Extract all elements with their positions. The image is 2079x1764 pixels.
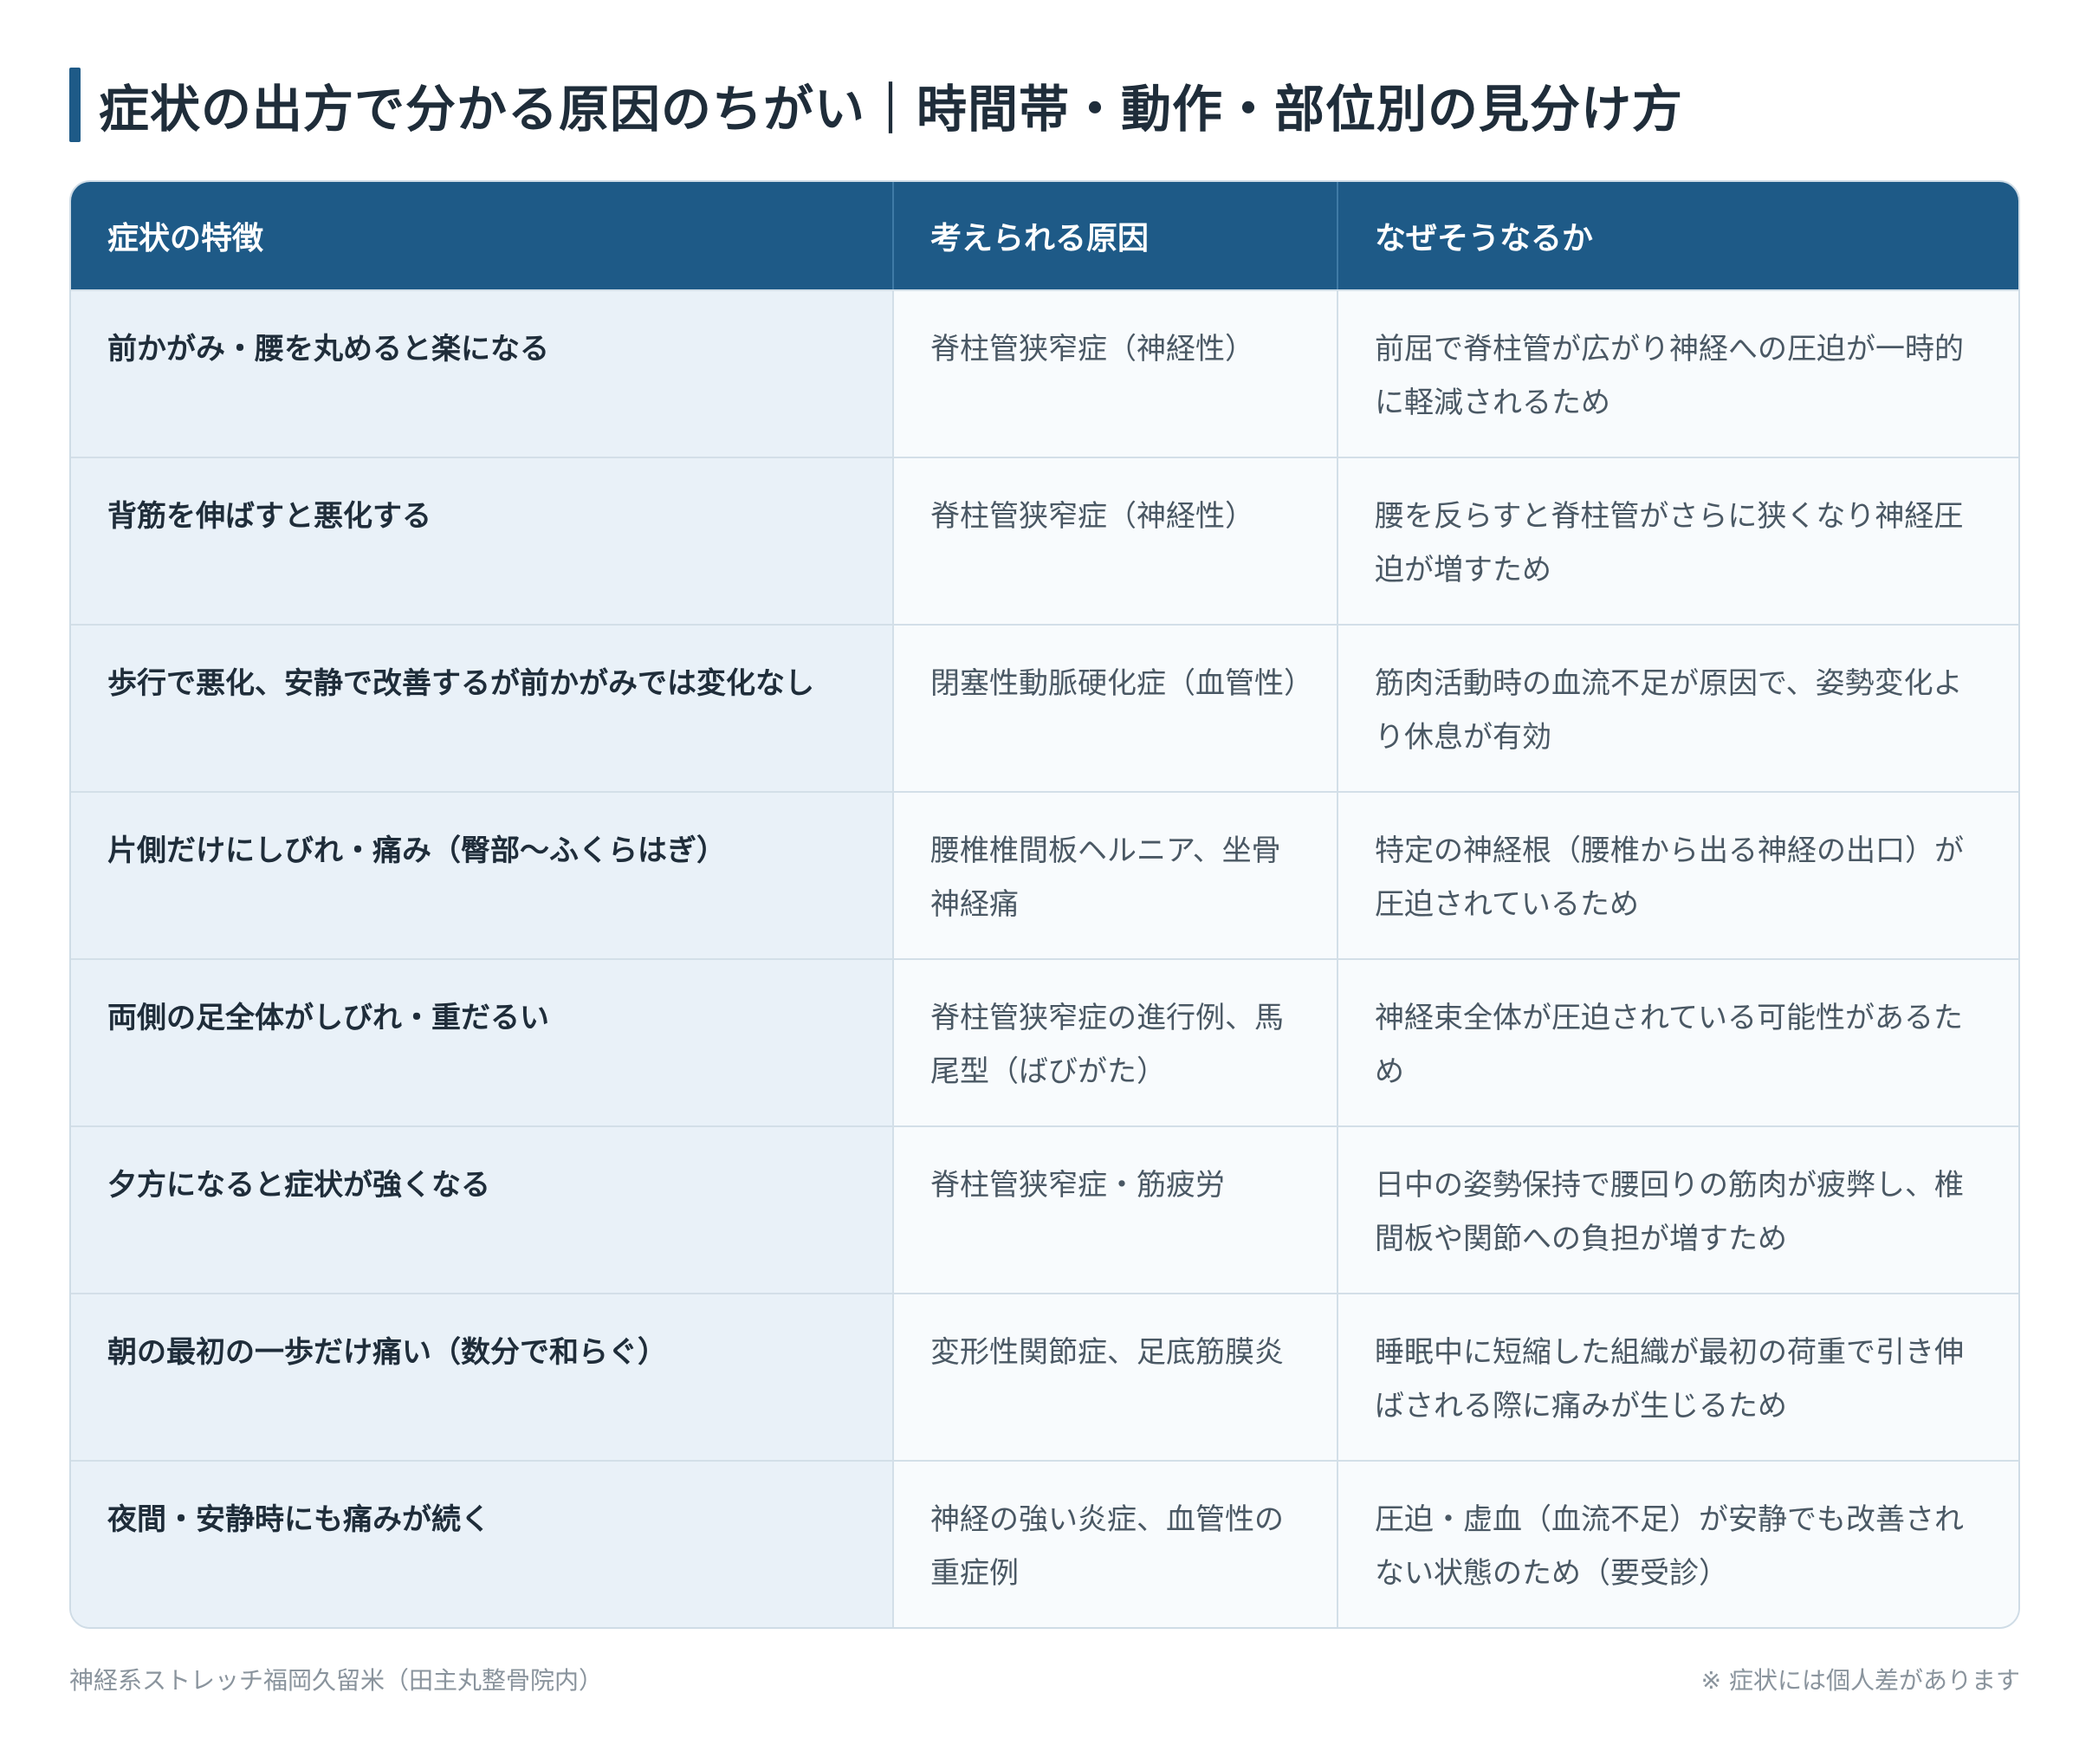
cause-cell: 閉塞性動脈硬化症（血管性）: [892, 626, 1337, 791]
symptom-cell: 歩行で悪化、安静で改善するが前かがみでは変化なし: [71, 626, 892, 791]
cause-cell: 腰椎椎間板ヘルニア、坐骨神経痛: [892, 793, 1337, 958]
cause-cell: 脊柱管狭窄症（神経性）: [892, 291, 1337, 457]
cause-cell: 神経の強い炎症、血管性の重症例: [892, 1462, 1337, 1627]
table-header-row: 症状の特徴 考えられる原因 なぜそうなるか: [71, 182, 2018, 289]
table-row: 背筋を伸ばすと悪化する 脊柱管狭窄症（神経性） 腰を反らすと脊柱管がさらに狭くな…: [71, 457, 2018, 624]
title-accent-bar: [69, 68, 81, 142]
symptom-cell: 片側だけにしびれ・痛み（臀部〜ふくらはぎ）: [71, 793, 892, 958]
reason-cell: 特定の神経根（腰椎から出る神経の出口）が圧迫されているため: [1337, 793, 2018, 958]
header-cause: 考えられる原因: [892, 182, 1337, 289]
table-row: 前かがみ・腰を丸めると楽になる 脊柱管狭窄症（神経性） 前屈で脊柱管が広がり神経…: [71, 289, 2018, 457]
symptom-cell: 夜間・安静時にも痛みが続く: [71, 1462, 892, 1627]
cause-cell: 変形性関節症、足底筋膜炎: [892, 1294, 1337, 1460]
table-row: 片側だけにしびれ・痛み（臀部〜ふくらはぎ） 腰椎椎間板ヘルニア、坐骨神経痛 特定…: [71, 791, 2018, 958]
symptom-cell: 背筋を伸ばすと悪化する: [71, 458, 892, 624]
reason-cell: 筋肉活動時の血流不足が原因で、姿勢変化より休息が有効: [1337, 626, 2018, 791]
footer-note: ※ 症状には個人差があります: [1700, 1666, 2020, 1695]
symptom-cause-table: 症状の特徴 考えられる原因 なぜそうなるか 前かがみ・腰を丸めると楽になる 脊柱…: [69, 180, 2020, 1629]
reason-cell: 腰を反らすと脊柱管がさらに狭くなり神経圧迫が増すため: [1337, 458, 2018, 624]
cause-cell: 脊柱管狭窄症・筋疲労: [892, 1127, 1337, 1293]
table-row: 朝の最初の一歩だけ痛い（数分で和らぐ） 変形性関節症、足底筋膜炎 睡眠中に短縮し…: [71, 1293, 2018, 1460]
table-row: 両側の足全体がしびれ・重だるい 脊柱管狭窄症の進行例、馬尾型（ばびがた） 神経束…: [71, 958, 2018, 1125]
page-title-block: 症状の出方で分かる原因のちがい｜時間帯・動作・部位別の見分け方: [69, 68, 1683, 142]
reason-cell: 日中の姿勢保持で腰回りの筋肉が疲弊し、椎間板や関節への負担が増すため: [1337, 1127, 2018, 1293]
reason-cell: 睡眠中に短縮した組織が最初の荷重で引き伸ばされる際に痛みが生じるため: [1337, 1294, 2018, 1460]
cause-cell: 脊柱管狭窄症の進行例、馬尾型（ばびがた）: [892, 960, 1337, 1125]
reason-cell: 神経束全体が圧迫されている可能性があるため: [1337, 960, 2018, 1125]
footer-source: 神経系ストレッチ福岡久留米（田主丸整骨院内）: [69, 1666, 604, 1695]
cause-cell: 脊柱管狭窄症（神経性）: [892, 458, 1337, 624]
symptom-cell: 前かがみ・腰を丸めると楽になる: [71, 291, 892, 457]
symptom-cell: 両側の足全体がしびれ・重だるい: [71, 960, 892, 1125]
reason-cell: 前屈で脊柱管が広がり神経への圧迫が一時的に軽減されるため: [1337, 291, 2018, 457]
table-row: 夜間・安静時にも痛みが続く 神経の強い炎症、血管性の重症例 圧迫・虚血（血流不足…: [71, 1460, 2018, 1627]
table-row: 歩行で悪化、安静で改善するが前かがみでは変化なし 閉塞性動脈硬化症（血管性） 筋…: [71, 624, 2018, 791]
header-reason: なぜそうなるか: [1337, 182, 2018, 289]
table-row: 夕方になると症状が強くなる 脊柱管狭窄症・筋疲労 日中の姿勢保持で腰回りの筋肉が…: [71, 1125, 2018, 1293]
page-title: 症状の出方で分かる原因のちがい｜時間帯・動作・部位別の見分け方: [99, 80, 1684, 139]
header-symptom: 症状の特徴: [107, 221, 264, 256]
symptom-cell: 朝の最初の一歩だけ痛い（数分で和らぐ）: [71, 1294, 892, 1460]
symptom-cell: 夕方になると症状が強くなる: [71, 1127, 892, 1293]
reason-cell: 圧迫・虚血（血流不足）が安静でも改善されない状態のため（要受診）: [1337, 1462, 2018, 1627]
